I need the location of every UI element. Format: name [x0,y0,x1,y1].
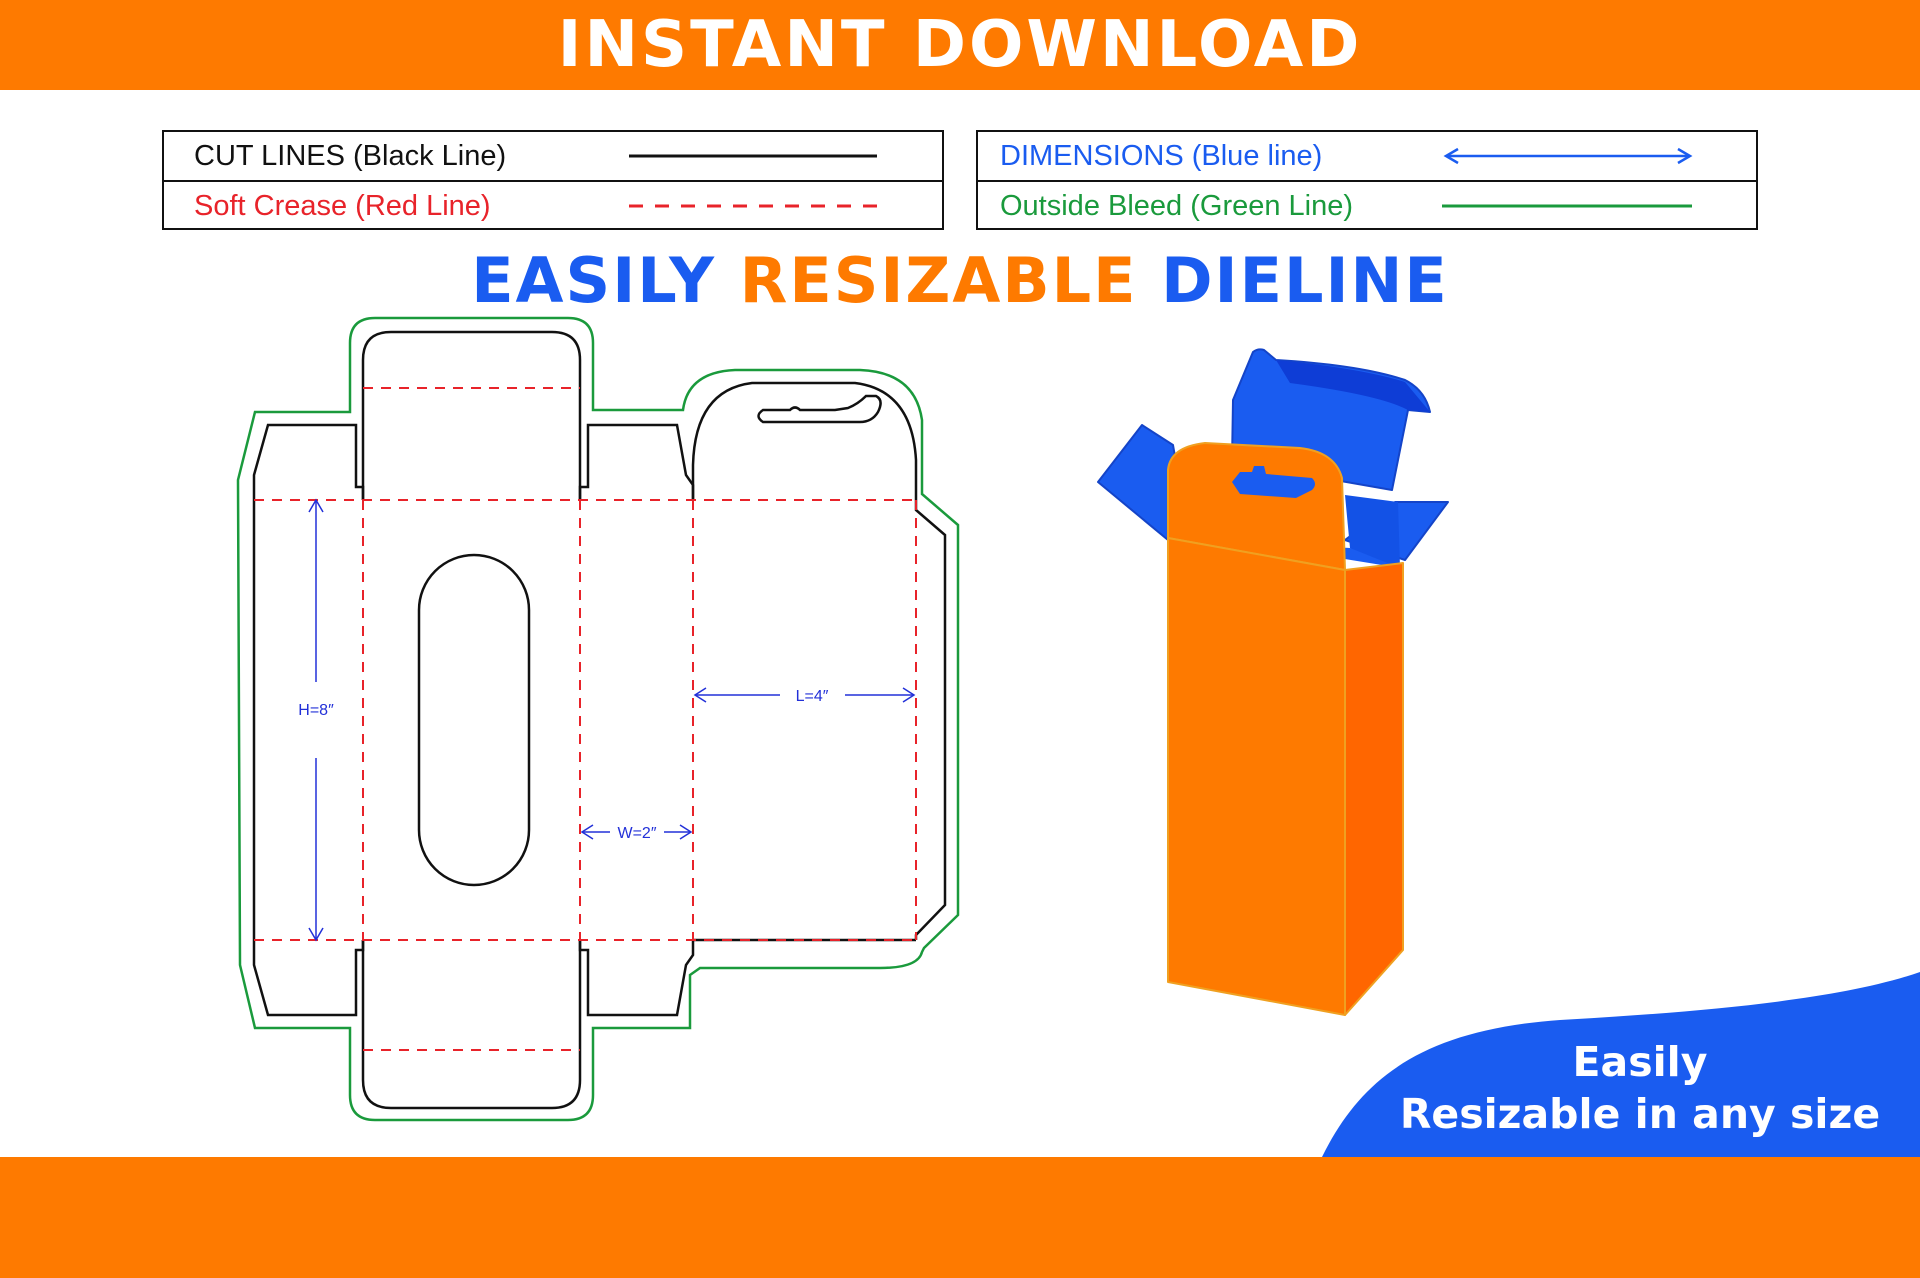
window-cutout [417,553,531,887]
dimension-marks [308,498,916,942]
cut-lines [252,330,947,1110]
box-3d-mockup [1097,348,1449,1016]
dim-width-label: W=2″ [617,825,656,842]
wave-line-1: Easily [1572,1038,1708,1086]
dim-length-label: L=4″ [796,688,829,705]
box-side-face [1344,562,1404,1016]
bottom-banner [0,1157,1920,1278]
box-front-face [1167,537,1346,1016]
bleed-outline [236,316,960,1122]
dim-height-label: H=8″ [298,702,334,719]
dieline: H=8″ W=2″ L=4″ [236,316,960,1122]
wave-line-2: Resizable in any size [1399,1090,1881,1138]
hang-hole [757,394,882,424]
wave-text: Easily Resizable in any size [1370,1036,1910,1140]
